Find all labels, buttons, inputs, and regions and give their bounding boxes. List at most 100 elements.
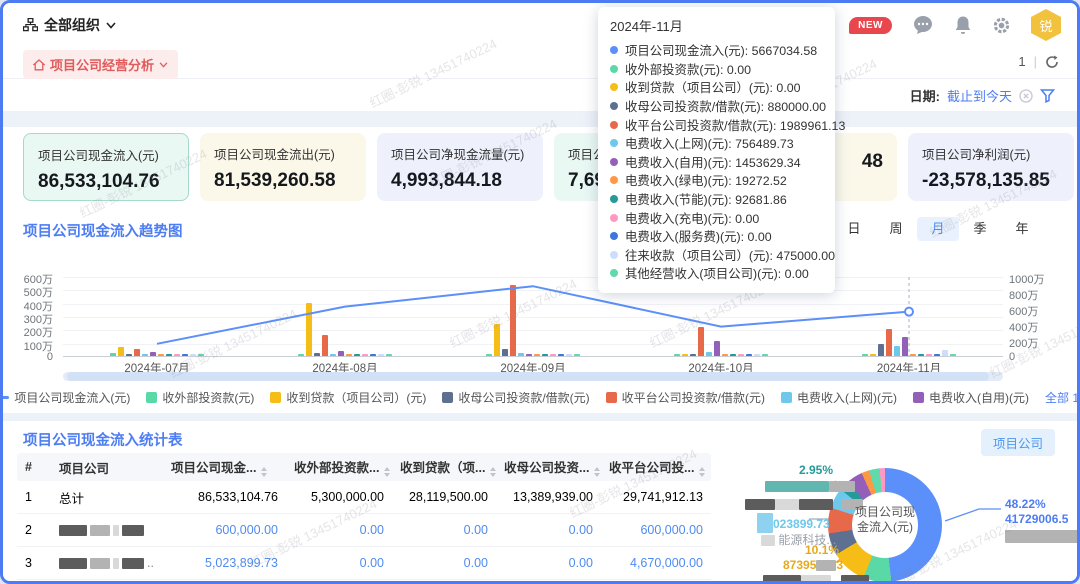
legend-swatch-icon bbox=[781, 392, 792, 403]
table-cell: 86,533,104.76 bbox=[163, 490, 286, 504]
series-dot-icon bbox=[610, 251, 618, 259]
right-axis-tick: 400万 bbox=[1009, 319, 1038, 335]
kpi-label: 项目公司净现金流量(元) bbox=[391, 144, 529, 163]
data-zoom-slider[interactable] bbox=[63, 372, 1003, 381]
bell-icon[interactable] bbox=[954, 15, 972, 35]
kpi-card-3[interactable]: 项目公司净现金流量(元)4,993,844.18 bbox=[377, 133, 543, 201]
kpi-label: 项目公司净利润(元) bbox=[922, 144, 1060, 163]
donut-label-yellow-pct: 10.1% bbox=[805, 543, 839, 557]
chart-legend: 项目公司现金流入(元) 收外部投资款(元) 收到贷款（项目公司）(元) 收母公司投资款… bbox=[3, 389, 1077, 406]
table-row[interactable]: 3..5,023,899.730.000.000.004,670,000.00 bbox=[17, 547, 711, 580]
avatar[interactable]: 锐 bbox=[1031, 9, 1061, 41]
date-filter-label: 日期: bbox=[910, 86, 940, 105]
tooltip-title: 2024年-11月 bbox=[610, 16, 823, 35]
column-header[interactable]: 收母公司投资... bbox=[496, 457, 601, 477]
kpi-card-1[interactable]: 项目公司现金流入(元) 86,533,104.76 bbox=[23, 133, 189, 201]
table-cell: 5,023,899.73 bbox=[163, 556, 286, 570]
tooltip-item: 收平台公司投资款/借款(元): 1989961.13 bbox=[610, 115, 823, 134]
tooltip-item: 收到贷款（项目公司）(元): 0.00 bbox=[610, 78, 823, 97]
series-dot-icon bbox=[610, 102, 618, 110]
tooltip-item: 电费收入(上网)(元): 756489.73 bbox=[610, 134, 823, 153]
trend-chart-title: 项目公司现金流入趋势图 bbox=[23, 220, 183, 241]
tab-label: 项目公司经营分析 bbox=[50, 55, 154, 74]
sort-icon[interactable] bbox=[261, 467, 267, 477]
table-row[interactable]: 1总计86,533,104.765,300,000.0028,119,500.0… bbox=[17, 481, 711, 514]
column-header[interactable]: 收到贷款（项... bbox=[392, 457, 496, 477]
kpi-card-6[interactable]: 项目公司净利润(元) -23,578,135.85 bbox=[908, 133, 1074, 201]
legend-item[interactable]: 收平台公司投资款/借款(元) bbox=[606, 389, 765, 406]
tooltip-item: 电费收入(充电)(元): 0.00 bbox=[610, 208, 823, 227]
kpi-label: 项目公司现金流出(元) bbox=[214, 144, 352, 163]
period-周[interactable]: 周 bbox=[875, 217, 917, 241]
column-header[interactable]: 收外部投资款... bbox=[286, 457, 392, 477]
column-header[interactable]: 项目公司现金... bbox=[163, 457, 286, 477]
table-cell: 5,300,000.00 bbox=[286, 490, 392, 504]
period-季[interactable]: 季 bbox=[959, 217, 1001, 241]
donut-label-yellow-value: 873953 bbox=[783, 558, 843, 572]
funnel-icon[interactable] bbox=[1040, 88, 1055, 103]
column-header: 项目公司 bbox=[51, 458, 163, 477]
legend-show-all[interactable]: 全部 13 bbox=[1045, 389, 1080, 406]
legend-swatch-icon bbox=[913, 392, 924, 403]
kpi-value: -23,578,135.85 bbox=[922, 170, 1060, 192]
series-dot-icon bbox=[610, 158, 618, 166]
tab-project-analysis[interactable]: 项目公司经营分析 bbox=[23, 50, 178, 79]
right-axis-tick: 0 bbox=[1009, 351, 1015, 363]
sort-icon[interactable] bbox=[594, 467, 600, 477]
table-cell: 0.00 bbox=[392, 556, 496, 570]
section-divider bbox=[3, 413, 1077, 421]
donut-label-name-redacted bbox=[763, 573, 869, 584]
message-icon[interactable] bbox=[912, 15, 934, 35]
table-cell: 600,000.00 bbox=[163, 523, 286, 537]
sort-icon[interactable] bbox=[699, 467, 705, 477]
table-cell: 28,119,500.00 bbox=[392, 490, 496, 504]
date-filter-value[interactable]: 截止到今天 bbox=[947, 86, 1012, 105]
table-cell: 0.00 bbox=[496, 523, 601, 537]
home-icon bbox=[33, 59, 45, 71]
series-dot-icon bbox=[610, 121, 618, 129]
column-header[interactable]: 收平台公司投... bbox=[601, 457, 711, 477]
gear-icon[interactable] bbox=[992, 16, 1011, 35]
kpi-value: 86,533,104.76 bbox=[38, 171, 174, 193]
clear-filter-icon[interactable] bbox=[1019, 89, 1033, 103]
trend-plot-area bbox=[63, 277, 1003, 357]
legend-swatch-icon bbox=[606, 392, 617, 403]
top-bar: 全部组织 案中心 NEW bbox=[3, 3, 1077, 47]
legend-item[interactable]: 电费收入(自用)(元) bbox=[913, 389, 1029, 406]
kpi-label: 项目公司现金流入(元) bbox=[38, 145, 174, 164]
new-badge[interactable]: NEW bbox=[849, 17, 892, 34]
tooltip-item: 其他经营收入(项目公司)(元): 0.00 bbox=[610, 264, 823, 283]
legend-item[interactable]: 收母公司投资款/借款(元) bbox=[442, 389, 589, 406]
cash-inflow-table: #项目公司项目公司现金...收外部投资款...收到贷款（项...收母公司投资..… bbox=[17, 453, 711, 584]
left-axis-tick: 0 bbox=[13, 351, 53, 363]
tooltip-item: 电费收入(节能)(元): 92681.86 bbox=[610, 190, 823, 209]
org-selector[interactable]: 全部组织 bbox=[23, 15, 116, 35]
tooltip-item: 电费收入(自用)(元): 1453629.34 bbox=[610, 153, 823, 172]
trend-chart-section: 项目公司现金流入趋势图 日周月季年 600万500万400万300万200万10… bbox=[3, 207, 1077, 413]
filter-row: 日期: 截止到今天 bbox=[3, 79, 1077, 111]
right-axis-tick: 600万 bbox=[1009, 303, 1038, 319]
period-年[interactable]: 年 bbox=[1001, 217, 1043, 241]
table-cell: 0.00 bbox=[286, 556, 392, 570]
donut-label-name-redacted bbox=[1005, 529, 1080, 543]
tooltip-item: 项目公司现金流入(元): 5667034.58 bbox=[610, 41, 823, 60]
kpi-card-2[interactable]: 项目公司现金流出(元)81,539,260.58 bbox=[200, 133, 366, 201]
legend-item[interactable]: 收到贷款（项目公司）(元) bbox=[270, 389, 426, 406]
period-日[interactable]: 日 bbox=[833, 217, 875, 241]
period-月[interactable]: 月 bbox=[917, 217, 959, 241]
refresh-icon[interactable] bbox=[1045, 55, 1059, 69]
table-row[interactable]: 2600,000.000.000.000.00600,000.00 bbox=[17, 514, 711, 547]
chevron-down-icon bbox=[159, 62, 168, 68]
legend-swatch-icon bbox=[0, 396, 9, 399]
legend-swatch-icon bbox=[146, 392, 157, 403]
legend-item[interactable]: 收外部投资款(元) bbox=[146, 389, 254, 406]
legend-item[interactable]: 电费收入(上网)(元) bbox=[781, 389, 897, 406]
sort-icon[interactable] bbox=[384, 467, 390, 477]
data-zoom-handle[interactable] bbox=[67, 372, 989, 381]
table-row[interactable]: 4..200,000.000.000.000.00200,000.00 bbox=[17, 580, 711, 584]
series-dot-icon bbox=[610, 195, 618, 203]
legend-item[interactable]: 项目公司现金流入(元) bbox=[0, 389, 130, 406]
tooltip-item: 往来收款（项目公司）(元): 475000.00 bbox=[610, 246, 823, 265]
series-dot-icon bbox=[610, 46, 618, 54]
tab-bar: 项目公司经营分析 1 | bbox=[3, 47, 1077, 79]
